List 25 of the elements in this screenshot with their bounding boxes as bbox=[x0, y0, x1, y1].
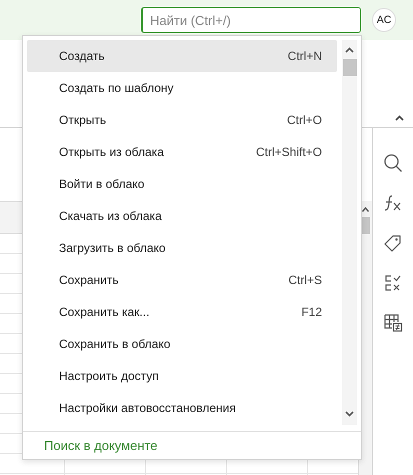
scroll-up-icon[interactable] bbox=[362, 207, 369, 212]
menu-item[interactable]: Создать по шаблону bbox=[27, 72, 337, 104]
function-icon[interactable] bbox=[383, 193, 403, 213]
menu-item[interactable]: Загрузить в облако bbox=[27, 232, 337, 264]
search-document-link[interactable]: Поиск в документе bbox=[23, 431, 361, 459]
search-icon[interactable] bbox=[383, 153, 403, 173]
menu-item[interactable]: Сохранить как... F12 bbox=[27, 296, 337, 328]
chevron-up-icon[interactable] bbox=[395, 115, 404, 121]
menu-item[interactable]: Создать Ctrl+N bbox=[27, 40, 337, 72]
table-icon[interactable] bbox=[383, 313, 403, 333]
menu-item[interactable]: Открыть из облака Ctrl+Shift+O bbox=[27, 136, 337, 168]
menu-item[interactable]: Открыть Ctrl+O bbox=[27, 104, 337, 136]
tag-icon[interactable] bbox=[383, 233, 403, 253]
check-cross-icon[interactable] bbox=[383, 273, 403, 293]
menu-item[interactable]: Скачать из облака bbox=[27, 200, 337, 232]
menu-item[interactable]: Войти в облако bbox=[27, 168, 337, 200]
menu-item[interactable]: Сохранить в облако bbox=[27, 328, 337, 360]
menu-item[interactable]: Сохранить Ctrl+S bbox=[27, 264, 337, 296]
search-field[interactable]: Найти (Ctrl+/) bbox=[141, 7, 361, 33]
menu-item[interactable]: Настроить доступ bbox=[27, 360, 337, 392]
scroll-up-icon[interactable] bbox=[345, 47, 354, 53]
scroll-down-icon[interactable] bbox=[345, 411, 354, 417]
scrollbar-thumb[interactable] bbox=[342, 59, 356, 76]
avatar[interactable]: AC bbox=[372, 8, 396, 32]
menu-item[interactable]: Настройки автовосстановления bbox=[27, 392, 337, 424]
